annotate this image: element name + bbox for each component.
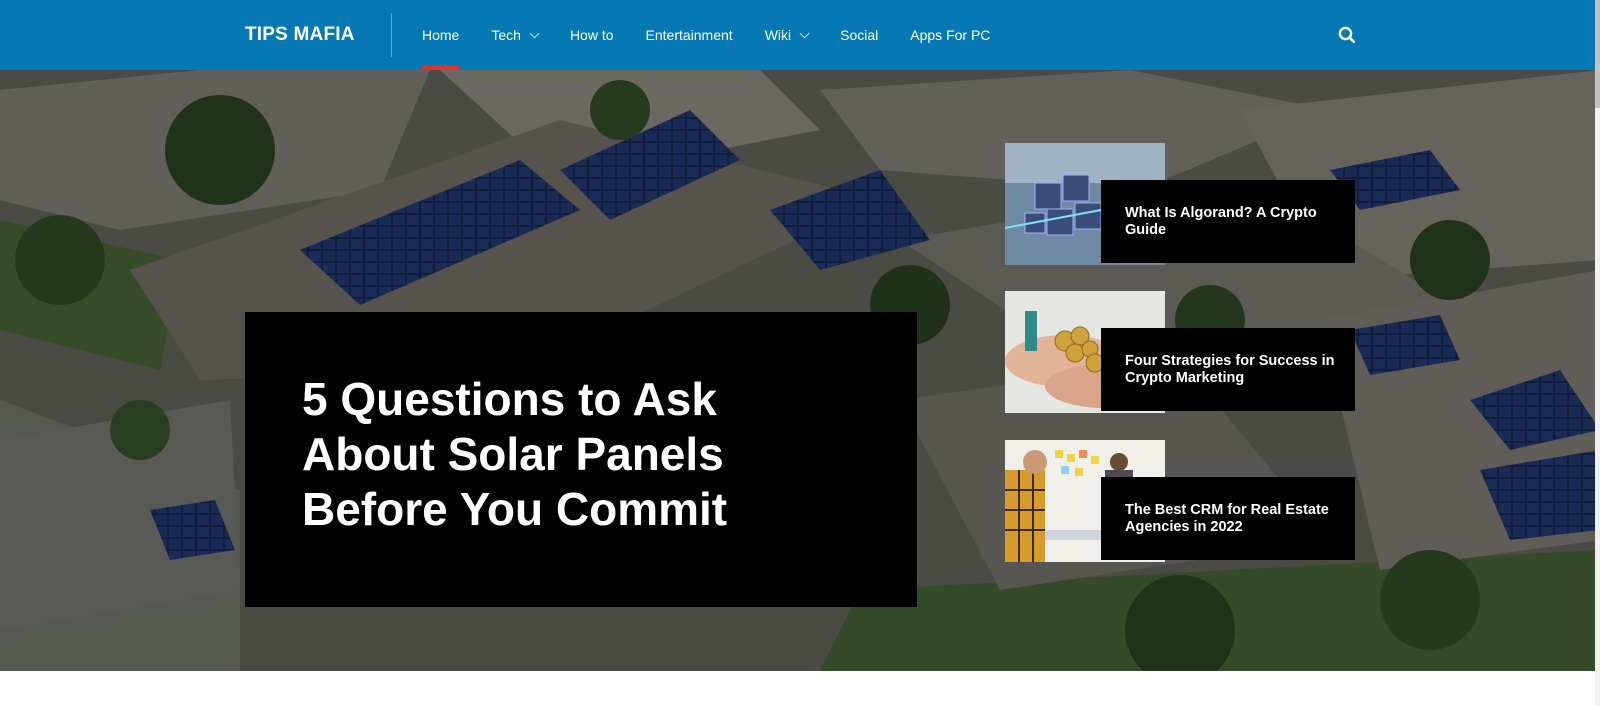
featured-post[interactable]: 5 Questions to Ask About Solar Panels Be… [245,312,917,607]
side-post[interactable]: The Best CRM for Real Estate Agencies in… [1005,440,1355,562]
search-button[interactable] [1337,25,1357,45]
logo-divider [391,13,392,57]
side-post-title[interactable]: The Best CRM for Real Estate Agencies in… [1125,502,1335,536]
site-header: TIPS MAFIA Home Tech How to Entertainmen… [0,0,1600,70]
nav-item-social[interactable]: Social [824,0,894,70]
side-post-caption: Four Strategies for Success in Crypto Ma… [1101,328,1355,411]
side-post-title[interactable]: Four Strategies for Success in Crypto Ma… [1125,353,1335,387]
nav-item-how-to[interactable]: How to [554,0,630,70]
nav-item-label: How to [569,27,614,43]
scrollbar-thumb[interactable] [1595,0,1600,108]
chevron-down-icon [529,28,540,38]
side-post-caption: What Is Algorand? A Crypto Guide [1101,180,1355,263]
site-logo[interactable]: TIPS MAFIA [245,22,355,48]
nav-item-entertainment[interactable]: Entertainment [630,0,749,70]
nav-item-label: Apps For PC [910,27,991,43]
hero-section: 5 Questions to Ask About Solar Panels Be… [0,70,1600,671]
page-scrollbar[interactable] [1595,0,1600,706]
side-post[interactable]: Four Strategies for Success in Crypto Ma… [1005,291,1355,413]
nav-item-tech[interactable]: Tech [475,0,554,70]
nav-item-label: Home [422,27,460,43]
nav-item-label: Social [840,27,879,43]
search-icon [1338,26,1356,44]
side-post-title[interactable]: What Is Algorand? A Crypto Guide [1125,205,1335,239]
nav-item-label: Tech [491,27,521,43]
side-post-caption: The Best CRM for Real Estate Agencies in… [1101,477,1355,560]
nav-item-apps-for-pc[interactable]: Apps For PC [894,0,1006,70]
nav-item-label: Wiki [764,27,792,43]
nav-item-label: Entertainment [645,27,733,43]
chevron-down-icon [799,28,810,38]
nav-item-wiki[interactable]: Wiki [749,0,824,70]
featured-post-title[interactable]: 5 Questions to Ask About Solar Panels Be… [302,372,802,537]
side-post[interactable]: What Is Algorand? A Crypto Guide [1005,143,1355,265]
nav-item-home[interactable]: Home [406,0,475,70]
main-nav: Home Tech How to Entertainment Wiki Soci… [406,0,1006,70]
